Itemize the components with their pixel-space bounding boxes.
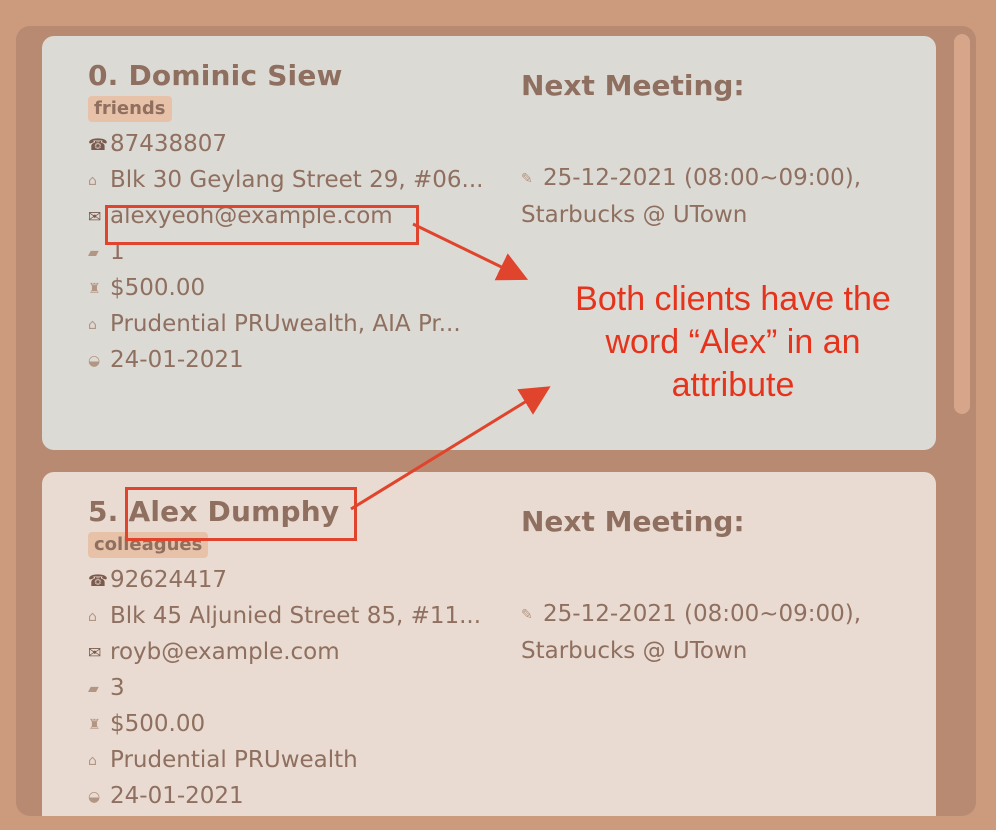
annotation-line-2: word “Alex” in an (605, 323, 861, 361)
annotation-arrows (350, 222, 551, 511)
arrow-from-email (412, 222, 529, 281)
annotation-text: Both clients have the word “Alex” in an … (528, 278, 938, 407)
annotation-line-3: attribute (671, 366, 795, 404)
arrow-from-name (350, 386, 551, 511)
annotation-line-1: Both clients have the (575, 280, 891, 318)
